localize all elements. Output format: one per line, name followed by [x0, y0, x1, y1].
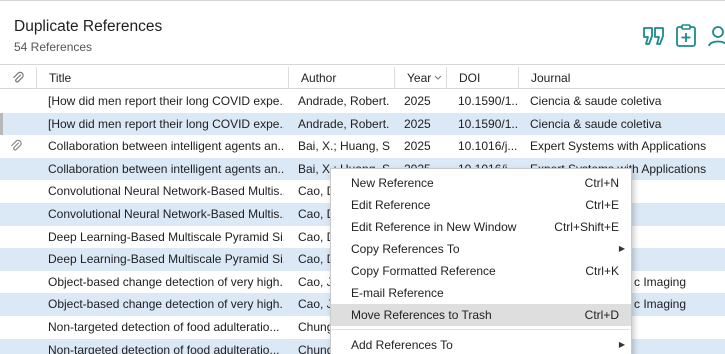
column-year-label: Year: [407, 71, 432, 85]
submenu-arrow-icon: ▶: [618, 244, 625, 253]
cell-doi: 10.1590/1...: [458, 116, 518, 131]
cell-title: Object-based change detection of very hi…: [48, 297, 284, 312]
cell-year: 2025: [404, 94, 431, 108]
cell-title: [How did men report their long COVID exp…: [48, 94, 284, 108]
cell-journal: c Imaging: [634, 274, 687, 289]
column-attachment[interactable]: [0, 67, 36, 89]
cell-author: Chung: [298, 342, 330, 354]
user-icon[interactable]: [705, 23, 725, 49]
cell-author: Andrade, Robert...: [298, 116, 390, 131]
cell-journal: c Imaging: [634, 297, 687, 312]
paperclip-icon: [12, 71, 24, 88]
menu-item-add-references-to[interactable]: Add References To ▶: [331, 334, 631, 354]
menu-item-label: Copy Formatted Reference: [351, 264, 496, 278]
menu-item-label: New Reference: [351, 176, 434, 190]
menu-item-label: Move References to Trash: [351, 308, 492, 322]
page-title: Duplicate References: [14, 18, 163, 35]
cell-title: Deep Learning-Based Multiscale Pyramid S…: [48, 229, 284, 244]
cell-title: Convolutional Neural Network-Based Multi…: [48, 184, 284, 199]
menu-item-new-reference[interactable]: New Reference Ctrl+N: [331, 172, 631, 194]
table-row[interactable]: [How did men report their long COVID exp…: [0, 112, 725, 136]
cell-title: Convolutional Neural Network-Based Multi…: [48, 206, 284, 221]
menu-item-edit-reference-new-window[interactable]: Edit Reference in New Window Ctrl+Shift+…: [331, 216, 631, 238]
header-toolbar: [641, 23, 725, 49]
cell-title: Deep Learning-Based Multiscale Pyramid S…: [48, 252, 284, 267]
menu-item-label: Copy References To: [351, 242, 460, 256]
cell-title: [How did men report their long COVID exp…: [48, 116, 284, 131]
column-header-row: Title Author Year DOI Journal: [0, 67, 725, 89]
cell-title: Non-targeted detection of food adulterat…: [48, 342, 280, 354]
menu-separator: [332, 329, 630, 330]
cell-doi: 10.1016/j....: [458, 139, 518, 154]
cell-doi: 10.1590/1...: [458, 94, 518, 108]
menu-item-email-reference[interactable]: E-mail Reference: [331, 282, 631, 304]
submenu-arrow-icon: ▶: [618, 340, 625, 349]
quote-icon[interactable]: [641, 23, 667, 49]
list-header: Duplicate References 54 References: [0, 1, 725, 65]
column-year[interactable]: Year: [394, 67, 446, 89]
paperclip-icon: [10, 139, 22, 156]
cell-title: Non-targeted detection of food adulterat…: [48, 319, 280, 334]
menu-item-move-to-trash[interactable]: Move References to Trash Ctrl+D: [331, 304, 631, 326]
context-menu: New Reference Ctrl+N Edit Reference Ctrl…: [330, 168, 632, 354]
column-author[interactable]: Author: [288, 67, 394, 89]
table-row[interactable]: Collaboration between intelligent agents…: [0, 135, 725, 158]
menu-item-copy-formatted-reference[interactable]: Copy Formatted Reference Ctrl+K: [331, 260, 631, 282]
reference-count: 54 References: [14, 40, 93, 54]
cell-year: 2025: [404, 139, 431, 154]
column-journal[interactable]: Journal: [518, 67, 725, 89]
table-row[interactable]: [How did men report their long COVID exp…: [0, 90, 725, 113]
menu-item-copy-references-to[interactable]: Copy References To ▶: [331, 238, 631, 260]
column-title[interactable]: Title: [36, 67, 288, 89]
menu-item-label: Edit Reference in New Window: [351, 220, 517, 234]
cell-author: Chung: [298, 319, 330, 334]
cell-title: Object-based change detection of very hi…: [48, 274, 284, 289]
cell-year: 2025: [404, 116, 431, 131]
cell-journal: Expert Systems with Applications: [530, 139, 707, 154]
menu-item-label: E-mail Reference: [351, 286, 444, 300]
cell-author: Andrade, Robert...: [298, 94, 390, 108]
menu-item-shortcut: Ctrl+E: [585, 198, 619, 212]
menu-item-label: Edit Reference: [351, 198, 431, 212]
cell-title: Collaboration between intelligent agents…: [48, 161, 284, 176]
menu-item-shortcut: Ctrl+K: [585, 264, 619, 278]
menu-item-shortcut: Ctrl+N: [584, 176, 619, 190]
menu-item-shortcut: Ctrl+D: [584, 308, 619, 322]
menu-item-shortcut: Ctrl+Shift+E: [554, 220, 619, 234]
clipboard-add-icon[interactable]: [673, 23, 699, 49]
cell-title: Collaboration between intelligent agents…: [48, 139, 284, 154]
cell-journal: Ciencia & saude coletiva: [530, 116, 662, 131]
menu-item-edit-reference[interactable]: Edit Reference Ctrl+E: [331, 194, 631, 216]
menu-item-label: Add References To: [351, 338, 453, 352]
column-doi[interactable]: DOI: [446, 67, 518, 89]
cell-author: Bai, X.; Huang, S....: [298, 139, 390, 154]
cell-journal: Ciencia & saude coletiva: [530, 94, 662, 108]
